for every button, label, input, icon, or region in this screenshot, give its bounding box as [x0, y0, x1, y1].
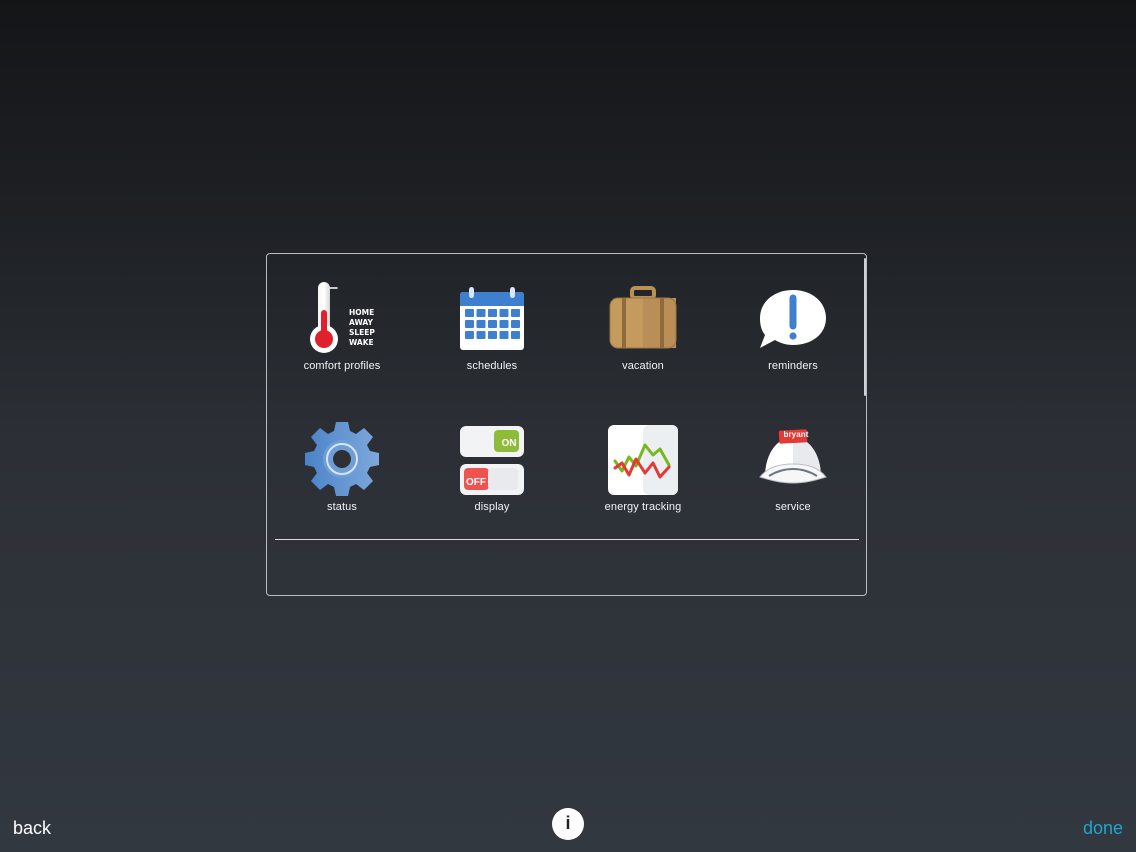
profile-sleep-text: SLEEP: [349, 328, 375, 337]
reminders-button[interactable]: reminders: [723, 258, 863, 378]
vacation-button[interactable]: vacation: [573, 258, 713, 378]
info-button[interactable]: i: [552, 808, 584, 840]
display-on-text: ON: [501, 438, 517, 449]
profile-mode-list: HOME AWAY SLEEP WAKE: [349, 308, 375, 348]
schedules-label: schedules: [466, 360, 518, 372]
energy-graph-icon: [598, 419, 688, 499]
comfort-profiles-label: comfort profiles: [303, 360, 381, 372]
menu-grid: HOME AWAY SLEEP WAKE comfort profiles sc…: [267, 254, 868, 524]
suitcase-icon: [598, 278, 688, 358]
reminders-label: reminders: [768, 360, 818, 372]
menu-divider: [275, 539, 859, 540]
service-label: service: [775, 501, 811, 513]
energy-tracking-button[interactable]: energy tracking: [573, 399, 713, 519]
calendar-icon: [447, 278, 537, 358]
profile-away-text: AWAY: [349, 318, 373, 327]
gear-icon: [297, 419, 387, 499]
bryant-logo-text: bryant: [783, 430, 809, 439]
profile-wake-text: WAKE: [349, 338, 374, 347]
done-button[interactable]: done: [1083, 817, 1123, 839]
menu-panel: HOME AWAY SLEEP WAKE comfort profiles sc…: [266, 253, 867, 596]
menu-scroll-indicator[interactable]: [864, 258, 866, 396]
vacation-label: vacation: [622, 360, 664, 372]
info-icon-text: i: [565, 813, 570, 833]
status-label: status: [327, 501, 357, 513]
back-button[interactable]: back: [13, 817, 51, 839]
thermometer-icon: HOME AWAY SLEEP WAKE: [297, 278, 387, 358]
status-button[interactable]: status: [272, 399, 412, 519]
display-off-text: OFF: [466, 477, 486, 488]
display-button[interactable]: ON OFF display: [422, 399, 562, 519]
reminder-bubble-icon: [748, 278, 838, 358]
profile-home-text: HOME: [349, 308, 375, 317]
display-label: display: [474, 501, 510, 513]
energy-tracking-label: energy tracking: [604, 501, 682, 513]
toggle-switch-icon: ON OFF: [447, 419, 537, 499]
service-button[interactable]: bryant service: [723, 399, 863, 519]
comfort-profiles-button[interactable]: HOME AWAY SLEEP WAKE comfort profiles: [272, 258, 412, 378]
schedules-button[interactable]: schedules: [422, 258, 562, 378]
service-cap-icon: bryant: [748, 419, 838, 499]
